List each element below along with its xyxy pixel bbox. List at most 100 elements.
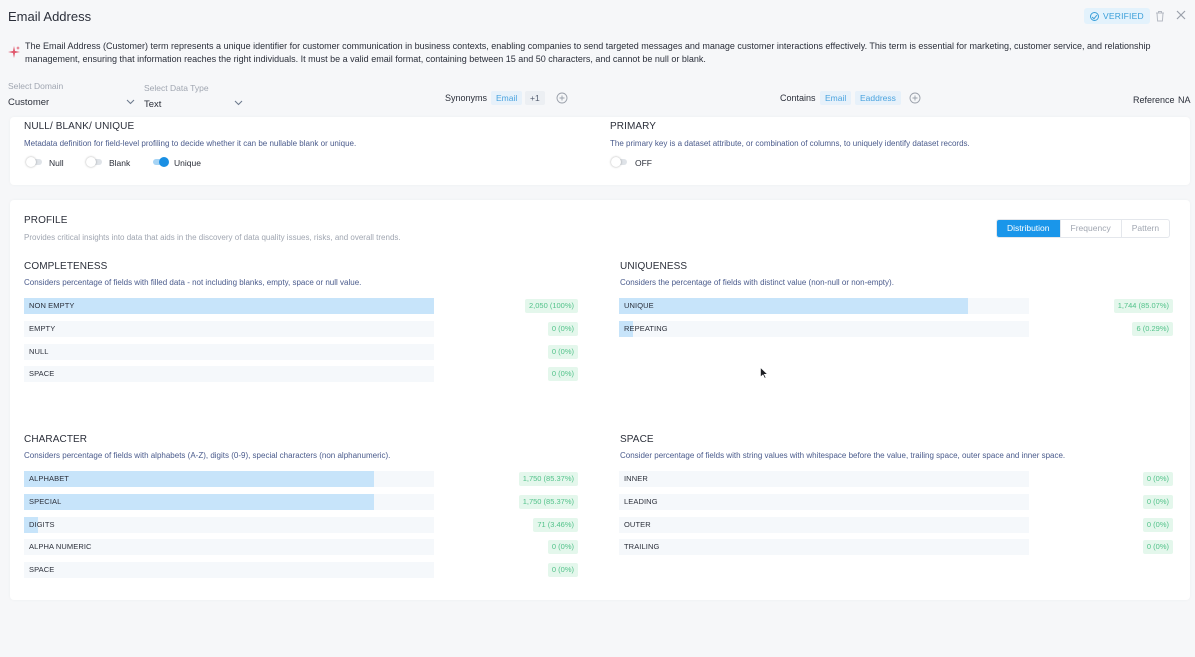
- bar-row: TRAILING 0 (0%): [619, 539, 1179, 556]
- tab-frequency[interactable]: Frequency: [1059, 220, 1121, 237]
- domain-select[interactable]: Customer: [8, 97, 49, 108]
- completeness-title: COMPLETENESS: [24, 261, 108, 272]
- bar-fill: [24, 471, 375, 487]
- bar-label: INNER: [624, 474, 648, 483]
- bar-track: [619, 539, 1029, 556]
- bar-row: DIGITS 71 (3.46%): [24, 516, 584, 533]
- trash-icon[interactable]: [1155, 10, 1165, 22]
- bar-row: LEADING 0 (0%): [619, 493, 1179, 510]
- bar-label: NON EMPTY: [29, 301, 75, 310]
- bar-label: SPECIAL: [29, 496, 62, 506]
- space-description: Consider percentage of fields with strin…: [620, 451, 1066, 460]
- chevron-down-icon[interactable]: [126, 99, 135, 105]
- bar-label: ALPHABET: [29, 474, 69, 483]
- data-type-label: Select Data Type: [144, 83, 209, 93]
- bar-value-badge: 0 (0%): [1142, 472, 1173, 486]
- chevron-down-icon[interactable]: [234, 100, 243, 106]
- bar-value-badge: 0 (0%): [1142, 540, 1173, 555]
- bar-row: ALPHA NUMERIC 0 (0%): [24, 539, 584, 556]
- bar-track: [619, 516, 1029, 533]
- blank-toggle[interactable]: [86, 157, 104, 167]
- bar-value-badge: 1,744 (85.07%): [1113, 299, 1173, 313]
- null-toggle-label: Null: [49, 158, 64, 168]
- contains-chip[interactable]: Email: [820, 91, 852, 105]
- uniqueness-description: Considers the percentage of fields with …: [620, 278, 894, 287]
- synonym-chip[interactable]: Email: [491, 91, 523, 105]
- completeness-description: Considers percentage of fields with fill…: [24, 278, 362, 287]
- bar-label: DIGITS: [29, 519, 55, 529]
- bar-value-badge: 0 (0%): [1142, 517, 1173, 532]
- bar-value-badge: 6 (0.29%): [1132, 321, 1173, 336]
- bar-row: SPACE 0 (0%): [24, 366, 584, 383]
- bar-label: NULL: [29, 346, 49, 356]
- sparkle-icon: [8, 46, 20, 58]
- bar-row: OUTER 0 (0%): [619, 516, 1179, 533]
- synonyms-label: Synonyms: [445, 93, 488, 103]
- null-toggle[interactable]: [26, 157, 44, 167]
- bar-label: UNIQUE: [624, 301, 654, 310]
- verified-label: VERIFIED: [1103, 11, 1144, 21]
- null-blank-unique-title: NULL/ BLANK/ UNIQUE: [24, 121, 135, 132]
- primary-toggle[interactable]: [611, 157, 629, 167]
- null-blank-unique-description: Metadata definition for field-level prof…: [24, 139, 357, 148]
- tab-distribution[interactable]: Distribution: [997, 220, 1060, 237]
- mouse-cursor-icon: [760, 367, 768, 379]
- blank-toggle-label: Blank: [109, 158, 131, 168]
- bar-track: [619, 298, 1029, 314]
- bar-value-badge: 0 (0%): [547, 367, 578, 382]
- bar-label: EMPTY: [29, 323, 56, 333]
- bar-label: ALPHA NUMERIC: [29, 542, 92, 552]
- bar-track: [24, 366, 434, 383]
- bar-row: REPEATING 6 (0.29%): [619, 320, 1179, 337]
- bar-fill: [24, 298, 434, 314]
- add-contains-icon[interactable]: [909, 92, 921, 104]
- primary-title: PRIMARY: [610, 121, 657, 132]
- bar-value-badge: 71 (3.46%): [533, 517, 578, 532]
- bar-value-badge: 0 (0%): [1142, 494, 1173, 509]
- bar-track: [24, 493, 434, 510]
- bar-track: [24, 320, 434, 337]
- bar-label: REPEATING: [624, 323, 668, 333]
- bar-row: UNIQUE 1,744 (85.07%): [619, 298, 1179, 314]
- bar-track: [24, 516, 434, 533]
- uniqueness-title: UNIQUENESS: [620, 261, 688, 272]
- bar-row: ALPHABET 1,750 (85.37%): [24, 471, 584, 487]
- term-description: The Email Address (Customer) term repres…: [25, 41, 1151, 64]
- check-circle-icon: [1090, 11, 1099, 21]
- tab-pattern[interactable]: Pattern: [1120, 220, 1169, 237]
- bar-row: INNER 0 (0%): [619, 471, 1179, 487]
- bar-value-badge: 0 (0%): [547, 563, 578, 578]
- bar-track: [619, 471, 1029, 487]
- bar-row: NON EMPTY 2,050 (100%): [24, 298, 584, 314]
- bar-value-badge: 1,750 (85.37%): [518, 494, 578, 509]
- bar-fill: [24, 493, 375, 510]
- synonym-more-chip[interactable]: +1: [525, 91, 545, 105]
- space-title: SPACE: [620, 434, 654, 445]
- bar-row: SPECIAL 1,750 (85.37%): [24, 493, 584, 510]
- bar-label: SPACE: [29, 565, 55, 575]
- header: Email Address VERIFIED: [0, 0, 1195, 32]
- bar-value-badge: 0 (0%): [547, 321, 578, 336]
- page-title: Email Address: [8, 9, 92, 24]
- data-type-select[interactable]: Text: [144, 99, 161, 110]
- add-synonym-icon[interactable]: [556, 92, 568, 104]
- character-title: CHARACTER: [24, 434, 88, 445]
- profile-description: Provides critical insights into data tha…: [24, 233, 401, 242]
- bar-track: [24, 562, 434, 579]
- bar-label: TRAILING: [624, 542, 660, 552]
- close-icon[interactable]: [1174, 8, 1188, 22]
- unique-toggle[interactable]: [151, 157, 169, 167]
- contains-chip[interactable]: Eaddress: [855, 91, 901, 105]
- primary-description: The primary key is a dataset attribute, …: [610, 139, 970, 148]
- bar-track: [619, 493, 1029, 510]
- profile-tabs: Distribution Frequency Pattern: [996, 219, 1171, 238]
- bar-track: [24, 471, 434, 487]
- bar-value-badge: 0 (0%): [547, 344, 578, 359]
- bar-track: [24, 298, 434, 314]
- bar-track: [24, 343, 434, 360]
- profile-title: PROFILE: [24, 215, 68, 226]
- contains-label: Contains: [780, 93, 816, 103]
- bar-label: SPACE: [29, 369, 55, 379]
- bar-row: NULL 0 (0%): [24, 343, 584, 360]
- character-description: Considers percentage of fields with alph…: [24, 451, 391, 460]
